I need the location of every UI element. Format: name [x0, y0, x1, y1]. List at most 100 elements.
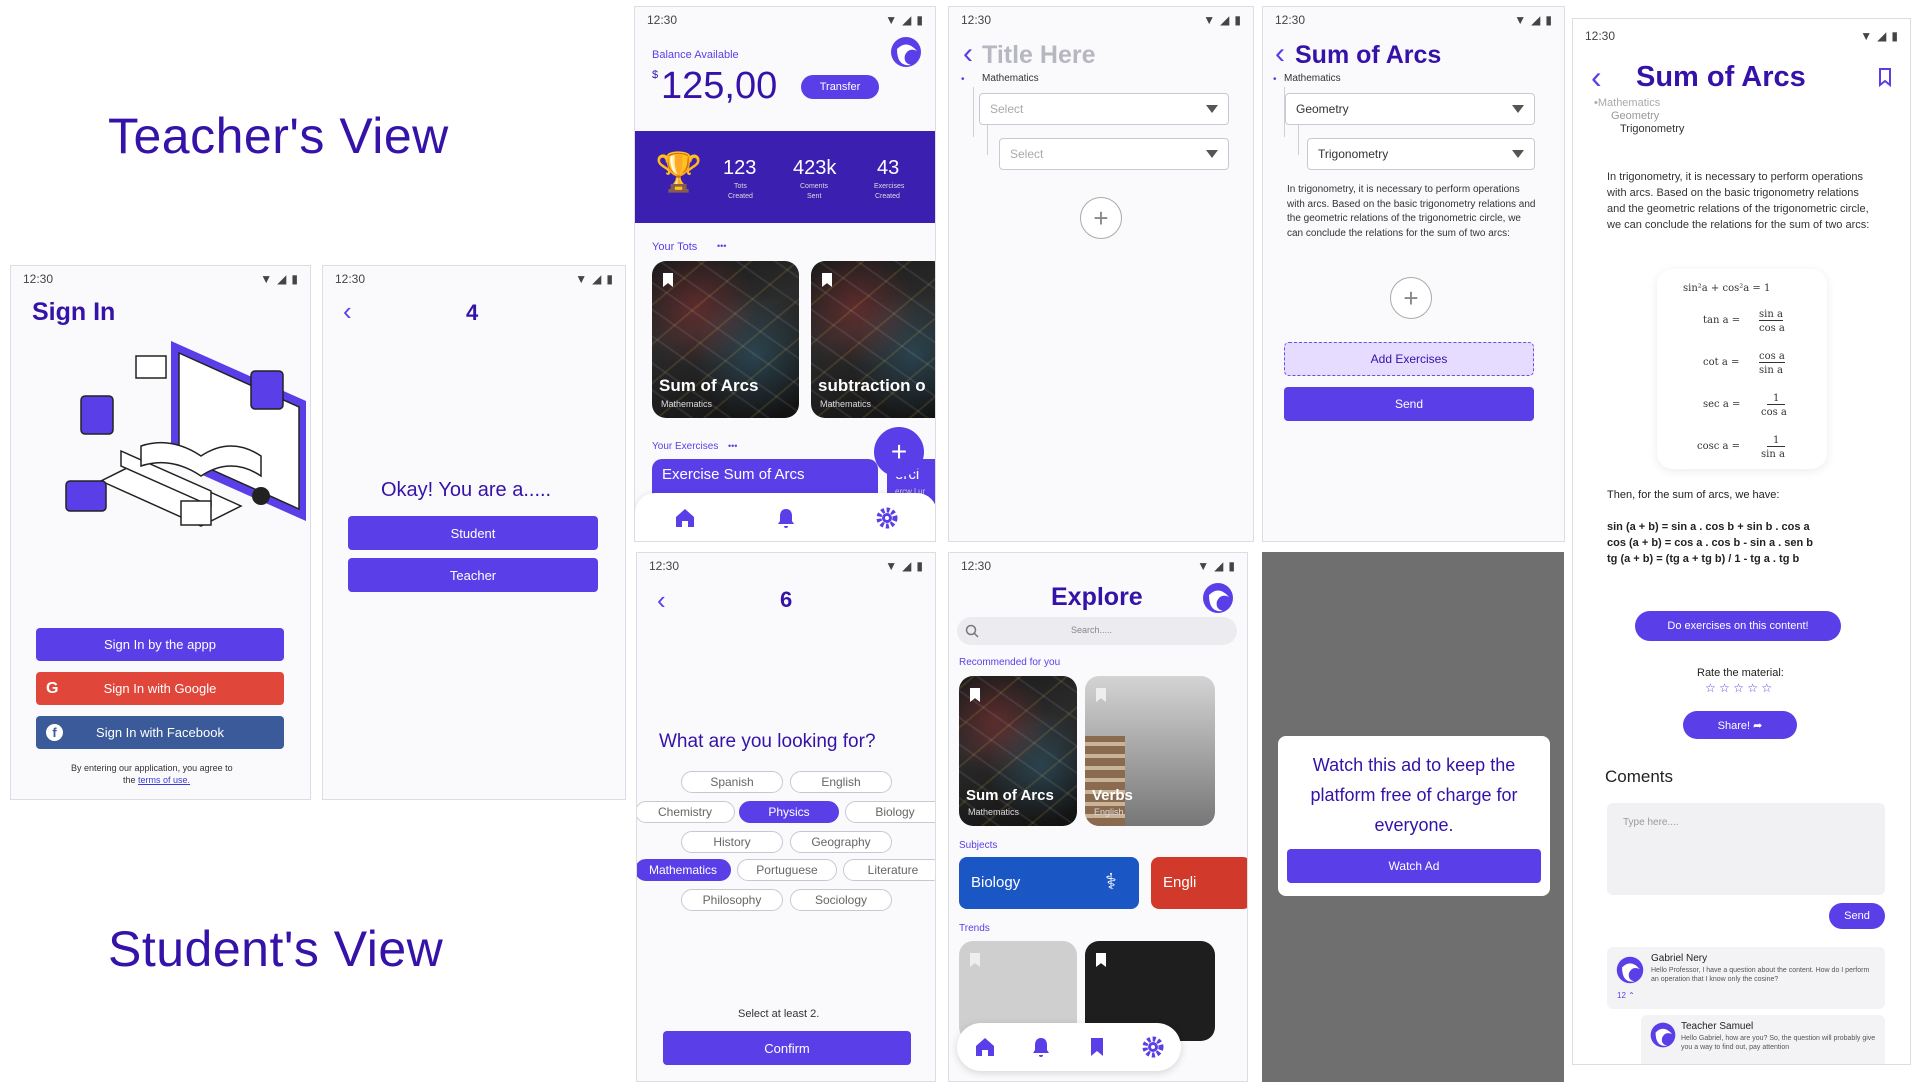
bookmark-icon[interactable] [970, 953, 980, 967]
recommended-card[interactable]: Sum of Arcs Mathematics [959, 676, 1077, 826]
subject-card-biology[interactable]: Biology ⚕ [959, 857, 1139, 909]
signal-icon: ◢ [1214, 559, 1224, 573]
tot-detail-screen: 12:30 ▼ ◢ ▮ ‹ Sum of Arcs •Mathematics Geom… [1572, 18, 1911, 1065]
do-exercises-button[interactable]: Do exercises on this content! [1635, 611, 1841, 641]
subject-label: Mathematics [982, 73, 1039, 84]
tag-mathematics[interactable]: Mathematics [637, 859, 731, 881]
tag-sociology[interactable]: Sociology [790, 889, 892, 911]
tag-history[interactable]: History [681, 831, 783, 853]
tag-geography[interactable]: Geography [790, 831, 892, 853]
chevron-down-icon [1206, 105, 1218, 113]
wifi-icon: ▼ [885, 559, 898, 573]
bookmark-icon[interactable] [1096, 688, 1106, 702]
chevron-down-icon [1512, 105, 1524, 113]
gear-icon[interactable] [1141, 1035, 1165, 1059]
comments-heading: Coments [1605, 767, 1674, 786]
watch-ad-button[interactable]: Watch Ad [1287, 849, 1541, 883]
avatar [1650, 1022, 1676, 1048]
bookmark-icon[interactable] [1878, 67, 1892, 87]
equation-cos: cos (a + b) = cos a . cos b - sin a . se… [1607, 537, 1814, 549]
breadcrumb-category: Geometry [1611, 110, 1660, 122]
wifi-icon: ▼ [575, 272, 588, 286]
app-logo-icon [1203, 583, 1233, 613]
comment-text: Hello Gabriel, how are you? So, the ques… [1681, 1035, 1876, 1051]
tag-biology[interactable]: Biology [845, 801, 935, 823]
gear-icon[interactable] [875, 506, 899, 530]
subject-card-english[interactable]: Engli [1151, 857, 1247, 909]
bullet-icon: • [1273, 74, 1277, 85]
subcategory-select[interactable]: Select [999, 138, 1229, 170]
add-content-button[interactable]: + [1080, 197, 1122, 239]
comment-send-button[interactable]: Send [1829, 903, 1885, 929]
category-select[interactable]: Geometry [1285, 93, 1535, 125]
terms-text: By entering our application, you agree t… [71, 763, 233, 773]
search-icon [965, 624, 979, 638]
status-bar: 12:30 ▼ ◢ ▮ [1275, 13, 1552, 27]
terms-line: the terms of use. [123, 775, 191, 785]
role-screen: 12:30 ▼ ◢ ▮ ‹ 4 Okay! You are a..... Studen… [322, 265, 626, 800]
battery-icon: ▮ [1891, 29, 1898, 43]
tot-card[interactable]: subtraction o Mathematics [811, 261, 935, 418]
equation-tg: tg (a + b) = (tg a + tg b) / 1 - tg a . … [1607, 553, 1800, 565]
share-button[interactable]: Share! ➦ [1683, 711, 1797, 739]
confirm-button[interactable]: Confirm [663, 1031, 911, 1065]
signin-facebook-button[interactable]: f Sign In with Facebook [36, 716, 284, 749]
balance-label: Balance Available [652, 49, 739, 61]
stat-coments-l2: Sent [807, 193, 822, 200]
recommended-card[interactable]: Verbs English [1085, 676, 1215, 826]
title-input[interactable]: Title Here [982, 41, 1095, 70]
battery-icon: ▮ [1545, 13, 1552, 27]
teacher-button[interactable]: Teacher [348, 558, 598, 592]
back-icon[interactable]: ‹ [657, 585, 666, 616]
category-select[interactable]: Select [979, 93, 1229, 125]
add-fab-button[interactable]: + [874, 427, 924, 477]
comment-input[interactable]: Type here.... [1607, 803, 1885, 895]
bell-icon[interactable] [1029, 1035, 1053, 1059]
signal-icon: ◢ [277, 272, 287, 286]
bookmark-icon[interactable] [1096, 953, 1106, 967]
back-icon[interactable]: ‹ [1275, 37, 1285, 71]
tots-more-icon[interactable]: ••• [717, 241, 726, 251]
search-input[interactable]: Search..... [957, 617, 1237, 645]
tag-literature[interactable]: Literature [843, 859, 935, 881]
subcategory-select[interactable]: Trigonometry [1307, 138, 1535, 170]
bookmark-nav-icon[interactable] [1085, 1035, 1109, 1059]
terms-link[interactable]: terms of use. [138, 775, 190, 785]
rate-label: Rate the material: [1697, 667, 1784, 679]
signin-google-button[interactable]: G Sign In with Google [36, 672, 284, 705]
trophy-icon: 🏆 [655, 152, 703, 194]
transfer-button[interactable]: Transfer [801, 75, 879, 99]
send-button[interactable]: Send [1284, 387, 1534, 421]
status-bar: 12:30 ▼ ◢ ▮ [647, 13, 923, 27]
home-icon[interactable] [673, 506, 697, 530]
tag-philosophy[interactable]: Philosophy [681, 889, 783, 911]
signin-app-button[interactable]: Sign In by the appp [36, 628, 284, 661]
bell-icon[interactable] [774, 506, 798, 530]
back-icon[interactable]: ‹ [343, 296, 352, 327]
rating-stars[interactable]: ☆ ☆ ☆ ☆ ☆ [1705, 681, 1772, 695]
tag-chemistry[interactable]: Chemistry [637, 801, 735, 823]
step-number: 4 [466, 300, 479, 325]
formula-cot-num: cos a [1759, 351, 1785, 363]
stat-tots-l2: Created [728, 193, 753, 200]
student-button[interactable]: Student [348, 516, 598, 550]
tag-spanish[interactable]: Spanish [681, 771, 783, 793]
tot-card[interactable]: Sum of Arcs Mathematics [652, 261, 799, 418]
add-content-button[interactable]: + [1390, 277, 1432, 319]
student-view-heading: Student's View [108, 921, 444, 977]
stat-exercises-l1: Exercises [874, 183, 905, 190]
add-exercises-button[interactable]: Add Exercises [1284, 342, 1534, 376]
tag-english[interactable]: English [790, 771, 892, 793]
formula-tan-label: tan a = [1703, 315, 1741, 326]
exercises-more-icon[interactable]: ••• [728, 441, 737, 451]
formula-card: sin²a + cos²a = 1 tan a = sin a cos a co… [1657, 269, 1827, 469]
comment-likes[interactable]: 12 ⌃ [1617, 991, 1635, 1000]
tot-title: Sum of Arcs [1636, 61, 1806, 93]
stats-banner: 🏆 123 Tots Created 423k Coments Sent 43 … [635, 131, 935, 223]
tag-portuguese[interactable]: Portuguese [737, 859, 837, 881]
formula-cot-den: sin a [1759, 365, 1783, 376]
back-icon[interactable]: ‹ [963, 37, 973, 71]
home-icon[interactable] [973, 1035, 997, 1059]
back-icon[interactable]: ‹ [1591, 59, 1602, 96]
tag-physics[interactable]: Physics [739, 801, 839, 823]
